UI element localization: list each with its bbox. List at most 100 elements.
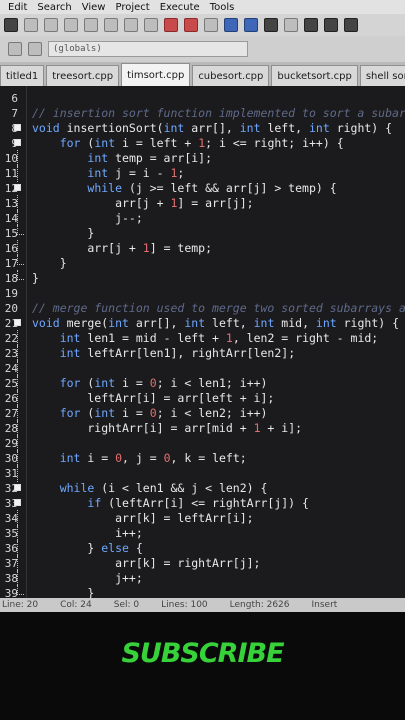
status-mode: Insert	[311, 600, 338, 610]
fold-toggle-icon[interactable]	[14, 124, 21, 131]
fold-guide	[17, 255, 24, 265]
code-token: (leftArr[i] <= rightArr[j]) {	[108, 496, 309, 510]
tab-cubesort[interactable]: cubesort.cpp	[192, 65, 270, 86]
code-keyword: int	[184, 316, 213, 330]
fold-guide	[17, 225, 24, 235]
code-token: i = left +	[122, 136, 199, 150]
status-col: Col: 24	[60, 600, 92, 610]
stop-icon[interactable]	[324, 18, 338, 32]
check-icon[interactable]	[304, 18, 318, 32]
tab-titled1[interactable]: titled1	[0, 65, 45, 86]
code-token: i =	[122, 376, 150, 390]
code-token: arr[j +	[32, 241, 143, 255]
menu-bar: Edit Search View Project Execute Tools	[0, 0, 405, 14]
profile-icon[interactable]	[344, 18, 358, 32]
code-token: (j >= left && arr[j] > temp) {	[128, 181, 337, 195]
code-number: 0	[149, 406, 157, 420]
code-keyword: int	[253, 316, 282, 330]
tab-timsort[interactable]: timsort.cpp	[121, 63, 191, 86]
code-token: }	[32, 541, 102, 555]
code-token: left,	[212, 316, 254, 330]
compile-icon[interactable]	[164, 18, 178, 32]
save-icon[interactable]	[44, 18, 58, 32]
subscribe-caption: SUBSCRIBE	[121, 638, 284, 669]
code-number: 0	[115, 451, 123, 465]
code-token: ] = arr[j];	[177, 196, 254, 210]
code-keyword: int	[308, 121, 337, 135]
bookmark-icon[interactable]	[284, 18, 298, 32]
globals-dropdown[interactable]: (globals)	[48, 41, 248, 57]
code-keyword: int	[87, 151, 116, 165]
code-token: + i];	[260, 421, 303, 435]
code-keyword: while	[59, 481, 102, 495]
menu-execute[interactable]: Execute	[160, 2, 200, 13]
code-token: arr[],	[135, 316, 185, 330]
menu-view[interactable]: View	[82, 2, 106, 13]
code-keyword: int	[87, 166, 116, 180]
code-keyword: int	[94, 136, 123, 150]
code-token: , k = left;	[170, 451, 247, 465]
fold-toggle-icon[interactable]	[14, 484, 21, 491]
code-keyword: else	[101, 541, 136, 555]
code-keyword: int	[163, 121, 192, 135]
code-token: , j =	[122, 451, 164, 465]
code-token: j++;	[32, 571, 143, 585]
indent-icon[interactable]	[204, 18, 218, 32]
code-editor[interactable]: 6 7// insertion sort function implemented…	[0, 86, 405, 600]
code-token: arr[],	[191, 121, 240, 135]
code-number: 1	[225, 331, 233, 345]
code-number: 0	[149, 376, 157, 390]
fold-toggle-icon[interactable]	[14, 499, 21, 506]
new-file-icon[interactable]	[4, 18, 18, 32]
code-token: ;	[177, 166, 185, 180]
status-length: Length: 2626	[229, 600, 290, 610]
debug-icon[interactable]	[264, 18, 278, 32]
code-token: , len2 = right - mid;	[232, 331, 379, 345]
add-icon[interactable]	[8, 42, 22, 56]
code-keyword: int	[59, 346, 88, 360]
menu-search[interactable]: Search	[37, 2, 71, 13]
code-keyword: void	[32, 316, 67, 330]
code-token: ; i <= right; i++) {	[205, 136, 344, 150]
code-token: leftArr[len1], rightArr[len2];	[87, 346, 296, 360]
code-token: ] = temp;	[149, 241, 213, 255]
remove-icon[interactable]	[28, 42, 42, 56]
code-comment: // insertion sort function implemented t…	[32, 106, 405, 120]
class-browser-bar: (globals)	[0, 36, 405, 62]
code-token: j = i -	[115, 166, 171, 180]
fold-toggle-icon[interactable]	[14, 184, 21, 191]
code-token: ; i < len2; i++)	[156, 406, 268, 420]
menu-tools[interactable]: Tools	[210, 2, 235, 13]
print-icon[interactable]	[104, 18, 118, 32]
toolbar	[0, 14, 405, 36]
code-token: i =	[87, 451, 116, 465]
redo-icon[interactable]	[144, 18, 158, 32]
run-icon[interactable]	[184, 18, 198, 32]
fold-toggle-icon[interactable]	[14, 139, 21, 146]
code-keyword: int	[59, 451, 88, 465]
save-all-icon[interactable]	[64, 18, 78, 32]
fold-toggle-icon[interactable]	[14, 319, 21, 326]
undo-icon[interactable]	[124, 18, 138, 32]
grid-icon[interactable]	[224, 18, 238, 32]
menu-project[interactable]: Project	[115, 2, 149, 13]
code-keyword: int	[94, 376, 123, 390]
tab-treesort[interactable]: treesort.cpp	[46, 65, 120, 86]
code-number: 1	[142, 241, 150, 255]
status-bar: Line: 20 Col: 24 Sel: 0 Lines: 100 Lengt…	[0, 598, 405, 612]
open-file-icon[interactable]	[24, 18, 38, 32]
tab-shell-sort[interactable]: shell sort algorith	[359, 65, 405, 86]
code-keyword: int	[59, 331, 88, 345]
close-icon[interactable]	[84, 18, 98, 32]
code-token: arr[j +	[32, 196, 171, 210]
tab-bucketsort[interactable]: bucketsort.cpp	[271, 65, 358, 86]
code-token: }	[32, 256, 67, 270]
window-icon[interactable]	[244, 18, 258, 32]
menu-edit[interactable]: Edit	[8, 2, 27, 13]
